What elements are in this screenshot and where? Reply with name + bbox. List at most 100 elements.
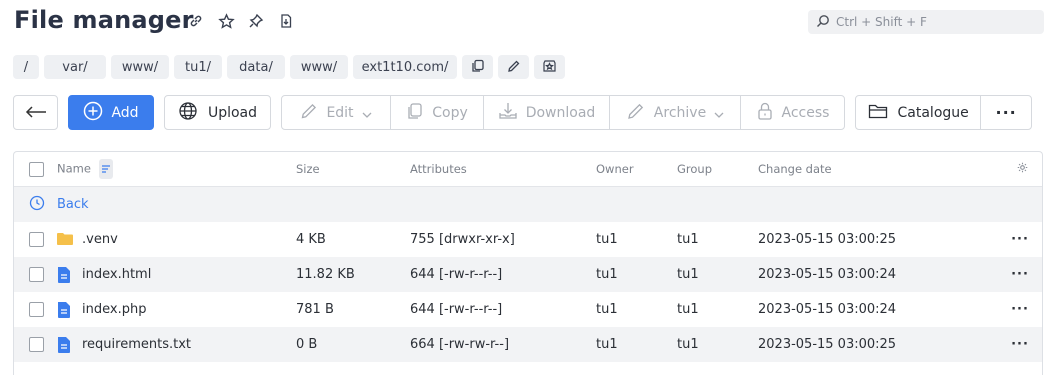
link-icon[interactable] xyxy=(186,11,206,31)
file-owner: tu1 xyxy=(596,232,618,247)
file-date: 2023-05-15 03:00:24 xyxy=(758,267,897,282)
file-icon xyxy=(57,301,73,318)
search-field[interactable] xyxy=(808,10,1044,34)
breadcrumb-domain[interactable]: ext1t10.com/ xyxy=(353,55,457,79)
sort-icon[interactable] xyxy=(98,159,113,179)
file-owner: tu1 xyxy=(596,337,618,352)
catalogue-label: Catalogue xyxy=(897,104,969,121)
globe-icon xyxy=(178,101,198,125)
edit-button[interactable]: Edit xyxy=(282,96,391,129)
folder-icon xyxy=(868,103,888,123)
upload-label: Upload xyxy=(207,104,258,121)
file-icon xyxy=(57,266,73,283)
view-actions-group: Catalogue ··· xyxy=(855,95,1032,130)
add-button[interactable]: Add xyxy=(68,95,154,130)
row-more-button[interactable]: ··· xyxy=(1010,267,1030,282)
copy-icon xyxy=(471,58,485,77)
file-size: 0 B xyxy=(296,337,318,352)
table-row[interactable]: .venv 4 KB 755 [drwxr-xr-x] tu1 tu1 2023… xyxy=(14,222,1042,257)
file-group: tu1 xyxy=(677,267,699,282)
file-group: tu1 xyxy=(677,337,699,352)
column-size[interactable]: Size xyxy=(296,162,320,176)
file-name[interactable]: index.php xyxy=(82,302,146,317)
breadcrumb-www[interactable]: www/ xyxy=(111,55,169,79)
file-name[interactable]: .venv xyxy=(82,232,118,247)
select-all-checkbox[interactable] xyxy=(29,161,44,177)
file-table: Name Size Attributes Owner Group Change … xyxy=(13,151,1043,375)
pencil-icon xyxy=(300,102,318,124)
row-checkbox[interactable] xyxy=(29,267,44,282)
file-date: 2023-05-15 03:00:25 xyxy=(758,232,897,247)
lock-icon xyxy=(756,101,774,125)
download-file-icon[interactable] xyxy=(276,11,296,31)
row-checkbox[interactable] xyxy=(29,302,44,317)
download-label: Download xyxy=(525,104,596,121)
breadcrumb-tu1[interactable]: tu1/ xyxy=(174,55,222,79)
column-name[interactable]: Name xyxy=(57,159,113,179)
star-icon[interactable] xyxy=(216,11,236,31)
column-change-date[interactable]: Change date xyxy=(758,162,832,176)
file-owner: tu1 xyxy=(596,267,618,282)
file-date: 2023-05-15 03:00:25 xyxy=(758,337,897,352)
folder-icon xyxy=(57,232,73,248)
file-attributes: 755 [drwxr-xr-x] xyxy=(410,232,515,247)
breadcrumb-www-2[interactable]: www/ xyxy=(290,55,348,79)
file-icon xyxy=(57,336,73,353)
row-checkbox[interactable] xyxy=(29,337,44,352)
table-header: Name Size Attributes Owner Group Change … xyxy=(14,152,1042,187)
breadcrumb-root[interactable]: / xyxy=(13,55,39,79)
file-attributes: 644 [-rw-r--r--] xyxy=(410,267,503,282)
edit-label: Edit xyxy=(326,104,354,121)
back-label: Back xyxy=(57,197,89,212)
file-date: 2023-05-15 03:00:24 xyxy=(758,302,897,317)
breadcrumb-var[interactable]: var/ xyxy=(44,55,106,79)
back-clock-icon xyxy=(29,195,45,215)
back-button[interactable] xyxy=(13,95,58,130)
file-group: tu1 xyxy=(677,302,699,317)
download-button[interactable]: Download xyxy=(484,96,610,129)
search-icon xyxy=(816,13,830,32)
settings-gear-icon[interactable] xyxy=(1017,162,1028,176)
copy-icon xyxy=(406,102,424,124)
row-more-button[interactable]: ··· xyxy=(1010,337,1030,352)
breadcrumb: / var/ www/ tu1/ data/ www/ ext1t10.com/ xyxy=(13,55,565,79)
add-label: Add xyxy=(111,104,139,121)
upload-button[interactable]: Upload xyxy=(164,95,271,130)
pin-icon[interactable] xyxy=(246,11,266,31)
bookmark-path-button[interactable] xyxy=(534,55,565,79)
pencil-icon xyxy=(626,101,646,125)
plus-circle-icon xyxy=(83,101,103,125)
catalogue-button[interactable]: Catalogue xyxy=(856,96,982,129)
archive-button[interactable]: Archive xyxy=(610,96,741,129)
row-more-button[interactable]: ··· xyxy=(1010,302,1030,317)
row-more-button[interactable]: ··· xyxy=(1010,232,1030,247)
column-group[interactable]: Group xyxy=(677,162,712,176)
table-row[interactable]: requirements.txt 0 B 664 [-rw-rw-r--] tu… xyxy=(14,327,1042,362)
archive-label: Archive xyxy=(653,104,707,121)
access-button[interactable]: Access xyxy=(741,96,844,129)
breadcrumb-data[interactable]: data/ xyxy=(227,55,285,79)
edit-path-button[interactable] xyxy=(498,55,529,79)
access-label: Access xyxy=(781,104,830,121)
file-name[interactable]: index.html xyxy=(82,267,151,282)
more-button[interactable]: ··· xyxy=(981,96,1031,129)
column-owner[interactable]: Owner xyxy=(596,162,634,176)
copy-label: Copy xyxy=(432,104,468,121)
file-name[interactable]: requirements.txt xyxy=(82,337,191,352)
back-row[interactable]: Back xyxy=(14,187,1042,222)
copy-path-button[interactable] xyxy=(462,55,493,79)
column-attributes[interactable]: Attributes xyxy=(410,162,467,176)
pencil-icon xyxy=(507,58,521,77)
column-name-label: Name xyxy=(57,161,91,176)
page-title: File manager xyxy=(14,6,194,34)
table-row[interactable]: index.html 11.82 KB 644 [-rw-r--r--] tu1… xyxy=(14,257,1042,292)
search-input[interactable] xyxy=(836,15,1036,29)
row-checkbox[interactable] xyxy=(29,232,44,247)
file-actions-group: Edit Copy Download Archive Access xyxy=(281,95,845,130)
file-size: 4 KB xyxy=(296,232,326,247)
chevron-down-icon xyxy=(362,103,372,122)
copy-button[interactable]: Copy xyxy=(391,96,484,129)
table-row[interactable]: index.php 781 B 644 [-rw-r--r--] tu1 tu1… xyxy=(14,292,1042,327)
file-group: tu1 xyxy=(677,232,699,247)
file-size: 11.82 KB xyxy=(296,267,355,282)
